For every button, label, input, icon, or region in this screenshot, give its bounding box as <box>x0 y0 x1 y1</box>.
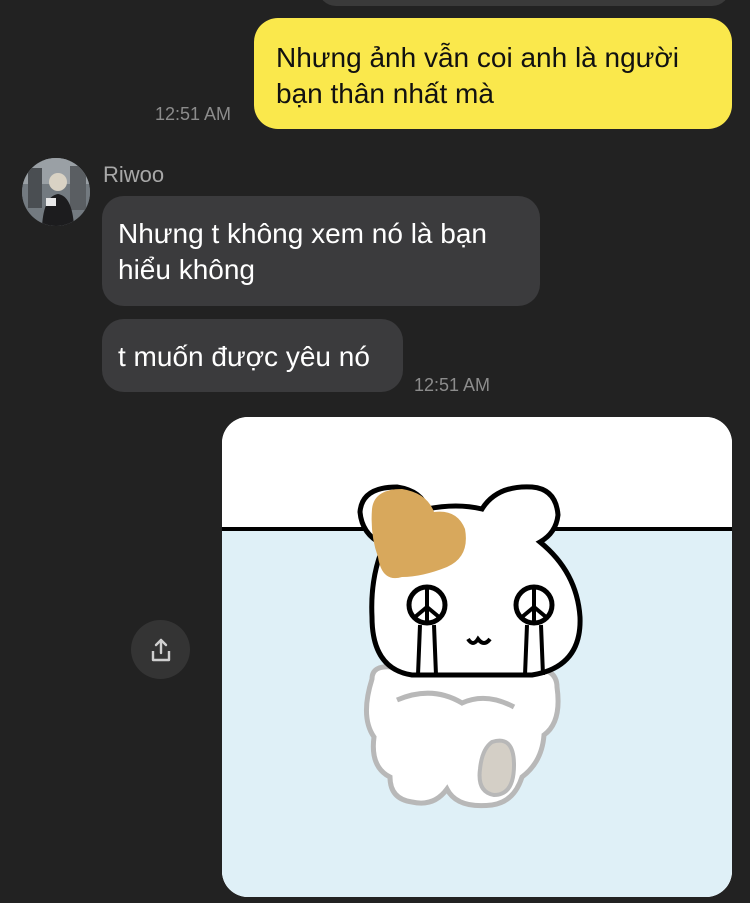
avatar-photo <box>22 158 90 226</box>
share-button[interactable] <box>131 620 190 679</box>
outgoing-timestamp: 12:51 AM <box>155 104 232 124</box>
incoming-message-text: Nhưng t không xem nó là bạn hiểu không <box>118 218 487 285</box>
sender-name: Riwoo <box>103 162 165 187</box>
incoming-timestamp: 12:51 AM <box>414 375 491 395</box>
outgoing-message-text: Nhưng ảnh vẫn coi anh là người bạn thân … <box>276 42 679 109</box>
previous-message-bubble[interactable] <box>318 0 730 6</box>
avatar[interactable] <box>22 158 90 226</box>
image-message[interactable] <box>222 417 732 897</box>
incoming-message-text: t muốn được yêu nó <box>118 341 370 372</box>
crying-hamster-sticker <box>222 417 732 897</box>
incoming-message-bubble[interactable]: t muốn được yêu nó <box>102 319 403 392</box>
incoming-message-bubble[interactable]: Nhưng t không xem nó là bạn hiểu không <box>102 196 540 306</box>
outgoing-message-bubble[interactable]: Nhưng ảnh vẫn coi anh là người bạn thân … <box>254 18 732 129</box>
share-icon <box>151 638 170 661</box>
